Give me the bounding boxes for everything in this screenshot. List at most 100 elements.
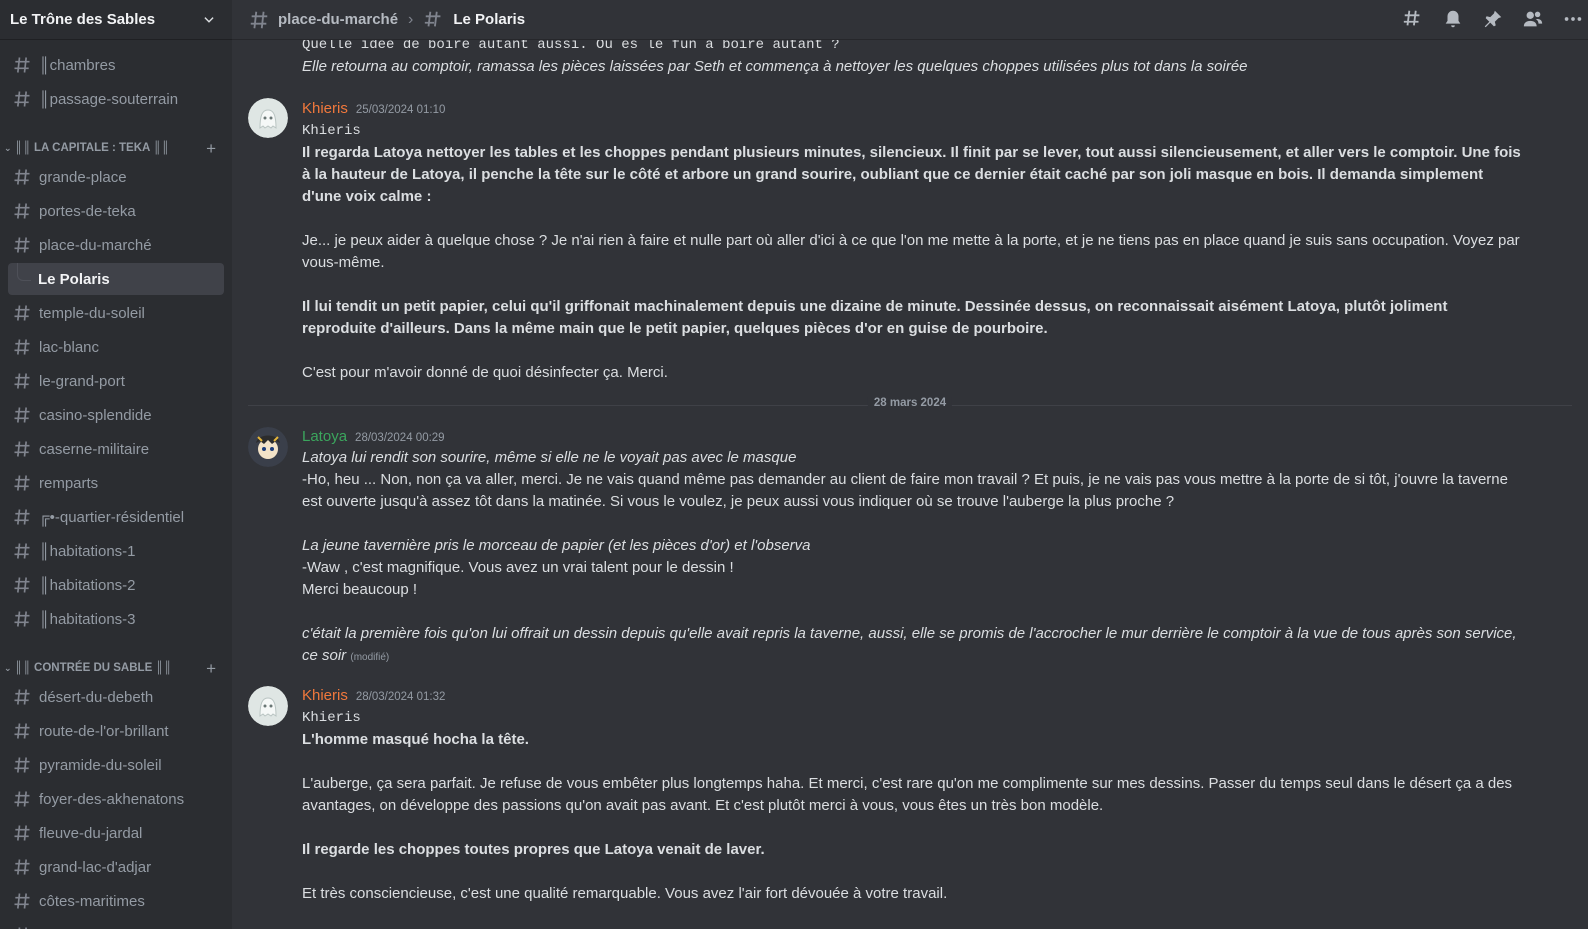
channel-item[interactable]: route-de-l'or-brillant bbox=[8, 714, 224, 748]
channel-label: caserne-militaire bbox=[39, 440, 150, 458]
breadcrumb-channel[interactable]: place-du-marché bbox=[248, 9, 398, 31]
channel-item[interactable]: temple-du-soleil bbox=[8, 296, 224, 330]
channel-item[interactable]: remparts bbox=[8, 466, 224, 500]
more-icon[interactable] bbox=[1562, 8, 1584, 30]
hashtag-icon bbox=[14, 237, 30, 253]
avatar[interactable] bbox=[248, 427, 288, 467]
threads-icon[interactable] bbox=[1402, 8, 1424, 30]
category-contree-du-sable[interactable]: ⌄ ║║ CONTRÉE DU SABLE ║║ + bbox=[0, 636, 232, 680]
hashtag-icon bbox=[14, 407, 30, 423]
hashtag-icon bbox=[14, 757, 30, 773]
channel-item[interactable]: ╔•-quartier-résidentiel bbox=[8, 500, 224, 534]
avatar[interactable] bbox=[248, 98, 288, 138]
add-channel-button[interactable]: + bbox=[206, 660, 216, 677]
channel-item[interactable]: désert-du-debeth bbox=[8, 680, 224, 714]
channel-label: lac-blanc bbox=[39, 338, 100, 356]
hashtag-icon bbox=[14, 373, 30, 389]
channel-label: route-de-l'or-brillant bbox=[39, 722, 169, 740]
code-line: Khieris bbox=[302, 123, 361, 139]
hashtag-icon bbox=[14, 577, 30, 593]
author-name[interactable]: Latoya bbox=[302, 428, 347, 445]
message-line: C'est pour m'avoir donné de quoi désinfe… bbox=[302, 364, 668, 381]
channel-item[interactable]: anciennes-ruines bbox=[8, 918, 224, 929]
hashtag-icon bbox=[14, 611, 30, 627]
channel-label: grand-lac-d'adjar bbox=[39, 858, 152, 876]
channel-item[interactable]: ║passage-souterrain bbox=[8, 82, 224, 116]
hashtag-icon bbox=[14, 339, 30, 355]
channel-item[interactable]: le-grand-port bbox=[8, 364, 224, 398]
channel-label: ║chambres bbox=[39, 56, 116, 74]
message-line: L'homme masqué hocha la tête. bbox=[302, 731, 529, 748]
add-channel-button[interactable]: + bbox=[206, 140, 216, 157]
channel-item[interactable]: pyramide-du-soleil bbox=[8, 748, 224, 782]
server-header[interactable]: Le Trône des Sables bbox=[0, 0, 232, 40]
hashtag-icon bbox=[18, 927, 27, 929]
channel-label: temple-du-soleil bbox=[39, 304, 145, 322]
category-label: ║║ CONTRÉE DU SABLE ║║ bbox=[14, 662, 172, 674]
thread-le-polaris[interactable]: Le Polaris bbox=[8, 263, 224, 295]
message-content: Latoya lui rendit son sourire, même si e… bbox=[302, 447, 1522, 669]
hashtag-icon bbox=[14, 543, 30, 559]
message-line: Merci beaucoup ! bbox=[302, 581, 418, 598]
edited-label: (modifié) bbox=[350, 652, 390, 663]
timestamp: 28/03/2024 00:29 bbox=[355, 432, 445, 444]
message-line: -Ho, heu ... Non, non ça va aller, merci… bbox=[302, 471, 1508, 510]
breadcrumb-separator: › bbox=[408, 10, 414, 28]
channel-item[interactable]: ║habitations-2 bbox=[8, 568, 224, 602]
channel-header: place-du-marché › Le Polaris bbox=[232, 0, 1588, 40]
channel-item[interactable]: ║habitations-1 bbox=[8, 534, 224, 568]
channel-item[interactable]: portes-de-teka bbox=[8, 194, 224, 228]
code-line: Khieris bbox=[302, 710, 361, 726]
channel-label: ╔•-quartier-résidentiel bbox=[39, 508, 185, 526]
hashtag-icon bbox=[14, 475, 30, 491]
avatar[interactable] bbox=[248, 686, 288, 726]
category-la-capitale[interactable]: ⌄ ║║ LA CAPITALE : TEKA ║║ + bbox=[0, 116, 232, 160]
bell-icon[interactable] bbox=[1442, 8, 1464, 30]
channel-label: grande-place bbox=[39, 168, 127, 186]
channel-label: ║passage-souterrain bbox=[39, 90, 179, 108]
code-line: Quelle idée de boire autant aussi. Où es… bbox=[302, 40, 840, 53]
message-line: La jeune tavernière pris le morceau de p… bbox=[302, 537, 811, 554]
message-header: Khieris 25/03/2024 01:10 bbox=[302, 100, 445, 117]
channel-item[interactable]: place-du-marché bbox=[8, 228, 224, 262]
date-divider-label: 28 mars 2024 bbox=[867, 397, 953, 409]
hashtag-icon bbox=[14, 689, 30, 705]
channel-label: casino-splendide bbox=[39, 406, 152, 424]
message-line: Il regarde les choppes toutes propres qu… bbox=[302, 841, 765, 858]
message-line: c'était la première fois qu'on lui offra… bbox=[302, 623, 1522, 669]
thread-title: Le Polaris bbox=[453, 11, 526, 28]
author-name[interactable]: Khieris bbox=[302, 687, 348, 704]
breadcrumb-channel-name: place-du-marché bbox=[278, 11, 399, 28]
channel-item[interactable]: foyer-des-akhenatons bbox=[8, 782, 224, 816]
author-name[interactable]: Khieris bbox=[302, 100, 348, 117]
message-line: Je... je peux aider à quelque chose ? Je… bbox=[302, 232, 1520, 271]
hashtag-icon bbox=[14, 893, 30, 909]
channel-label: pyramide-du-soleil bbox=[39, 756, 162, 774]
message-line: Et très consciencieuse, c'est une qualit… bbox=[302, 885, 948, 902]
channel-item[interactable]: fleuve-du-jardal bbox=[8, 816, 224, 850]
message-list: Quelle idée de boire autant aussi. Où es… bbox=[232, 40, 1588, 929]
header-toolbar bbox=[1402, 8, 1584, 30]
pin-icon[interactable] bbox=[1482, 8, 1504, 30]
channel-item[interactable]: ║chambres bbox=[8, 48, 224, 82]
message-line: Elle retourna au comptoir, ramassa les p… bbox=[302, 58, 1248, 75]
channel-item[interactable]: ║habitations-3 bbox=[8, 602, 224, 636]
caret-icon: ⌄ bbox=[4, 663, 12, 673]
channel-item[interactable]: lac-blanc bbox=[8, 330, 224, 364]
channel-item[interactable]: grande-place bbox=[8, 160, 224, 194]
channel-item[interactable]: grand-lac-d'adjar bbox=[8, 850, 224, 884]
channel-label: remparts bbox=[39, 474, 99, 492]
member-list-icon[interactable] bbox=[1522, 8, 1544, 30]
channel-item[interactable]: caserne-militaire bbox=[8, 432, 224, 466]
chevron-down-icon bbox=[204, 16, 214, 23]
hashtag-icon bbox=[14, 305, 30, 321]
thread-branch-line bbox=[17, 263, 31, 281]
hashtag-icon bbox=[250, 11, 268, 28]
channel-label: portes-de-teka bbox=[39, 202, 136, 220]
channel-sidebar: Le Trône des Sables ║chambres ║passage-so… bbox=[0, 0, 232, 929]
message-line: Il lui tendit un petit papier, celui qu'… bbox=[302, 298, 1448, 337]
channel-item[interactable]: casino-splendide bbox=[8, 398, 224, 432]
hashtag-icon bbox=[14, 441, 30, 457]
channel-item[interactable]: côtes-maritimes bbox=[8, 884, 224, 918]
hashtag-icon bbox=[14, 509, 30, 525]
